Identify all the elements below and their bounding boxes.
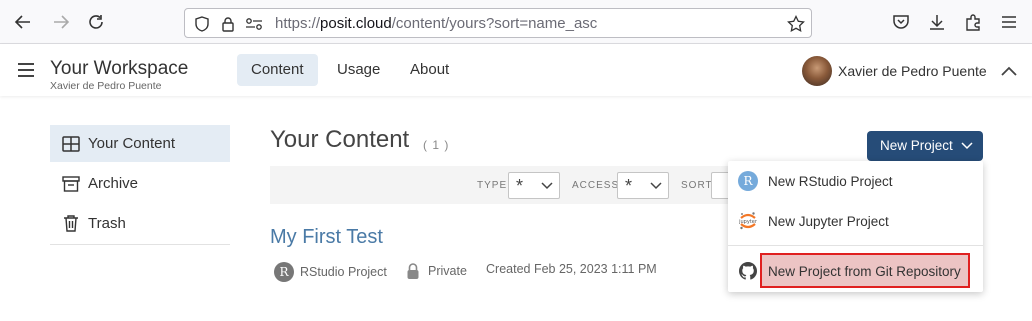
sidebar-item-label: Your Content: [88, 135, 176, 152]
tab-content[interactable]: Content: [237, 54, 318, 86]
workspace-owner: Xavier de Pedro Puente: [50, 80, 162, 92]
menu-item-new-rstudio-project[interactable]: R New RStudio Project: [728, 163, 983, 199]
chevron-up-icon[interactable]: [998, 60, 1020, 82]
back-icon[interactable]: [11, 10, 35, 34]
tab-about[interactable]: About: [396, 54, 463, 86]
trash-icon: [62, 215, 80, 233]
menu-item-new-project-from-git[interactable]: New Project from Git Repository: [728, 253, 983, 289]
menu-item-new-jupyter-project[interactable]: jupyter New Jupyter Project: [728, 203, 983, 239]
hamburger-menu-icon[interactable]: [16, 60, 36, 80]
access-filter-label: ACCESS: [572, 180, 620, 191]
sidebar-divider: [50, 244, 230, 245]
sidebar-item-label: Archive: [88, 175, 139, 192]
project-access: Private: [406, 262, 467, 280]
menu-item-label: New RStudio Project: [768, 173, 893, 189]
menu-item-label: New Jupyter Project: [768, 213, 889, 229]
archive-icon: [62, 175, 80, 193]
reload-icon[interactable]: [84, 10, 108, 34]
shield-icon[interactable]: [193, 15, 211, 33]
download-icon[interactable]: [925, 10, 949, 34]
avatar[interactable]: [802, 56, 832, 86]
project-type: R RStudio Project: [274, 262, 387, 282]
project-created-label: Created Feb 25, 2023 1:11 PM: [486, 262, 657, 276]
content-count: ( 1 ): [423, 138, 450, 152]
project-type-label: RStudio Project: [300, 265, 387, 279]
url-path: /content/yours?sort=name_asc: [391, 15, 598, 32]
sort-filter-label: SORT: [681, 180, 713, 191]
sidebar-item-your-content[interactable]: Your Content: [50, 125, 230, 162]
chevron-down-icon: [650, 182, 662, 190]
pocket-icon[interactable]: [889, 10, 913, 34]
browser-menu-icon[interactable]: [997, 10, 1021, 34]
rstudio-icon: R: [738, 171, 758, 191]
sidebar-item-archive[interactable]: Archive: [50, 165, 230, 202]
new-project-label: New Project: [880, 138, 953, 153]
chevron-down-icon: [541, 182, 553, 190]
new-project-menu: R New RStudio Project jupyter New Jupyte…: [728, 161, 983, 292]
project-created: Created Feb 25, 2023 1:11 PM: [486, 262, 657, 276]
content-icon: [62, 135, 80, 153]
forward-icon[interactable]: [49, 10, 73, 34]
filter-bar: TYPE * ACCESS * SORT: [270, 166, 751, 204]
permissions-icon[interactable]: [245, 15, 263, 33]
type-filter-label: TYPE: [477, 180, 508, 191]
bookmark-star-icon[interactable]: [787, 15, 805, 33]
sidebar-item-label: Trash: [88, 215, 126, 232]
project-access-label: Private: [428, 264, 467, 278]
app-header: Your Workspace Xavier de Pedro Puente Co…: [0, 44, 1032, 96]
chevron-down-icon: [961, 142, 973, 150]
menu-divider: [728, 245, 983, 246]
url-prefix: https://: [275, 15, 321, 32]
lock-icon[interactable]: [219, 15, 237, 33]
extensions-icon[interactable]: [961, 10, 985, 34]
sidebar-item-trash[interactable]: Trash: [50, 205, 230, 242]
type-filter-value: *: [516, 176, 524, 196]
menu-item-label: New Project from Git Repository: [768, 263, 961, 279]
jupyter-icon: jupyter: [738, 211, 758, 231]
project-name-link[interactable]: My First Test: [270, 226, 383, 249]
url-host: posit.cloud: [320, 15, 392, 32]
user-name[interactable]: Xavier de Pedro Puente: [838, 63, 987, 79]
svg-text:jupyter: jupyter: [738, 219, 758, 225]
new-project-button[interactable]: New Project: [867, 131, 983, 161]
type-filter-select[interactable]: *: [508, 172, 560, 199]
github-icon: [738, 261, 758, 281]
address-bar[interactable]: https://posit.cloud/content/yours?sort=n…: [184, 8, 812, 38]
lock-icon: [407, 263, 419, 279]
browser-toolbar: https://posit.cloud/content/yours?sort=n…: [0, 0, 1032, 44]
rstudio-badge-icon: R: [274, 262, 294, 282]
access-filter-select[interactable]: *: [617, 172, 669, 199]
workspace-title: Your Workspace: [50, 58, 189, 79]
url-text[interactable]: https://posit.cloud/content/yours?sort=n…: [275, 15, 597, 32]
tab-usage[interactable]: Usage: [323, 54, 394, 86]
page-title: Your Content: [270, 126, 410, 153]
access-filter-value: *: [625, 176, 633, 196]
